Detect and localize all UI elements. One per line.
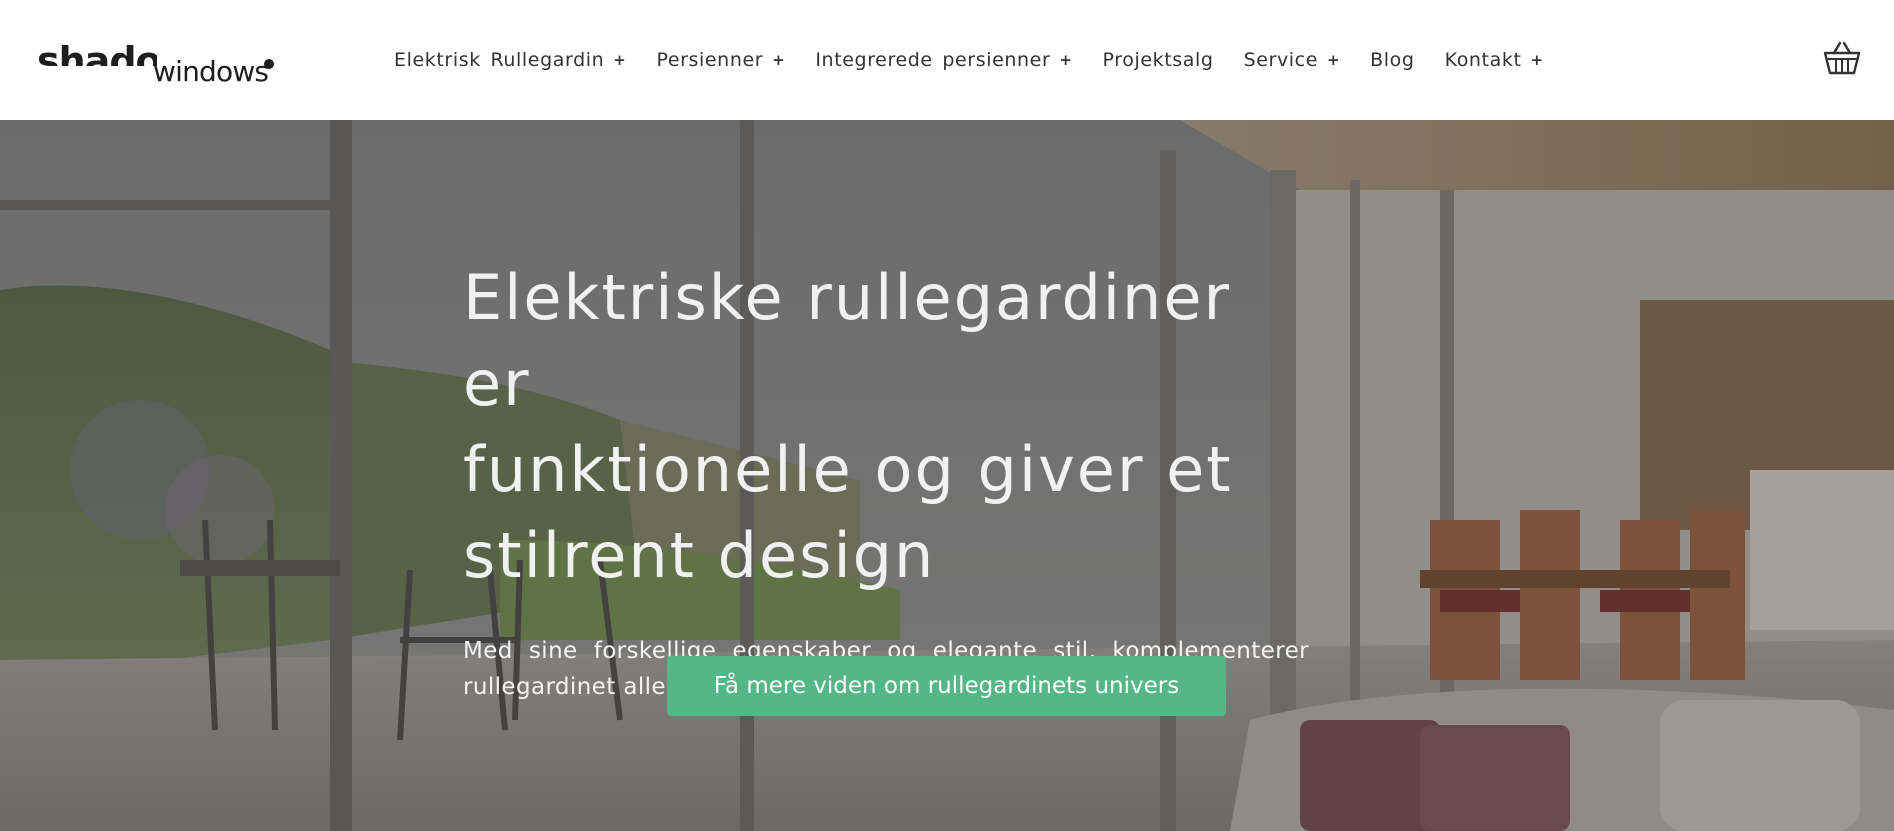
nav-item-label: Integrerede persienner bbox=[815, 49, 1051, 71]
plus-icon: + bbox=[1327, 51, 1341, 69]
logo-dot-icon bbox=[264, 59, 274, 69]
site-header: shadow windows Elektrisk Rullegardin + P… bbox=[0, 0, 1894, 120]
plus-icon: + bbox=[1530, 51, 1544, 69]
basket-icon[interactable] bbox=[1822, 40, 1862, 76]
hero-content: Elektriske rullegardiner er funktionelle… bbox=[463, 255, 1313, 705]
learn-more-button[interactable]: Få mere viden om rullegardinets univers bbox=[667, 656, 1226, 716]
nav-item-label: Blog bbox=[1370, 49, 1415, 71]
hero-title: Elektriske rullegardiner er funktionelle… bbox=[463, 255, 1313, 599]
nav-item-label: Elektrisk Rullegardin bbox=[394, 49, 605, 71]
nav-item-integrerede-persienner[interactable]: Integrerede persienner + bbox=[815, 49, 1072, 71]
nav-item-label: Kontakt bbox=[1444, 49, 1522, 71]
hero-title-line-1: Elektriske rullegardiner er bbox=[463, 261, 1231, 420]
nav-item-label: Service bbox=[1243, 49, 1318, 71]
hero-section: Elektriske rullegardiner er funktionelle… bbox=[0, 120, 1894, 831]
logo-text-bold: shadow bbox=[37, 39, 157, 66]
logo-text-light: windows bbox=[153, 55, 269, 88]
plus-icon: + bbox=[1059, 51, 1073, 69]
plus-icon: + bbox=[772, 51, 786, 69]
nav-item-elektrisk-rullegardin[interactable]: Elektrisk Rullegardin + bbox=[394, 49, 626, 71]
shadowwindows-logo[interactable]: shadow windows bbox=[37, 39, 287, 90]
plus-icon: + bbox=[613, 51, 627, 69]
nav-item-label: Projektsalg bbox=[1102, 49, 1214, 71]
nav-item-persienner[interactable]: Persienner + bbox=[656, 49, 785, 71]
hero-title-line-3: stilrent design bbox=[463, 519, 936, 592]
nav-item-blog[interactable]: Blog bbox=[1370, 49, 1414, 71]
hero-title-line-2: funktionelle og giver et bbox=[463, 433, 1233, 506]
nav-item-projektsalg[interactable]: Projektsalg bbox=[1103, 49, 1214, 71]
nav-item-kontakt[interactable]: Kontakt + bbox=[1445, 49, 1544, 71]
main-navigation: Elektrisk Rullegardin + Persienner + Int… bbox=[394, 44, 1574, 76]
nav-item-service[interactable]: Service + bbox=[1244, 49, 1341, 71]
nav-item-label: Persienner bbox=[656, 49, 764, 71]
